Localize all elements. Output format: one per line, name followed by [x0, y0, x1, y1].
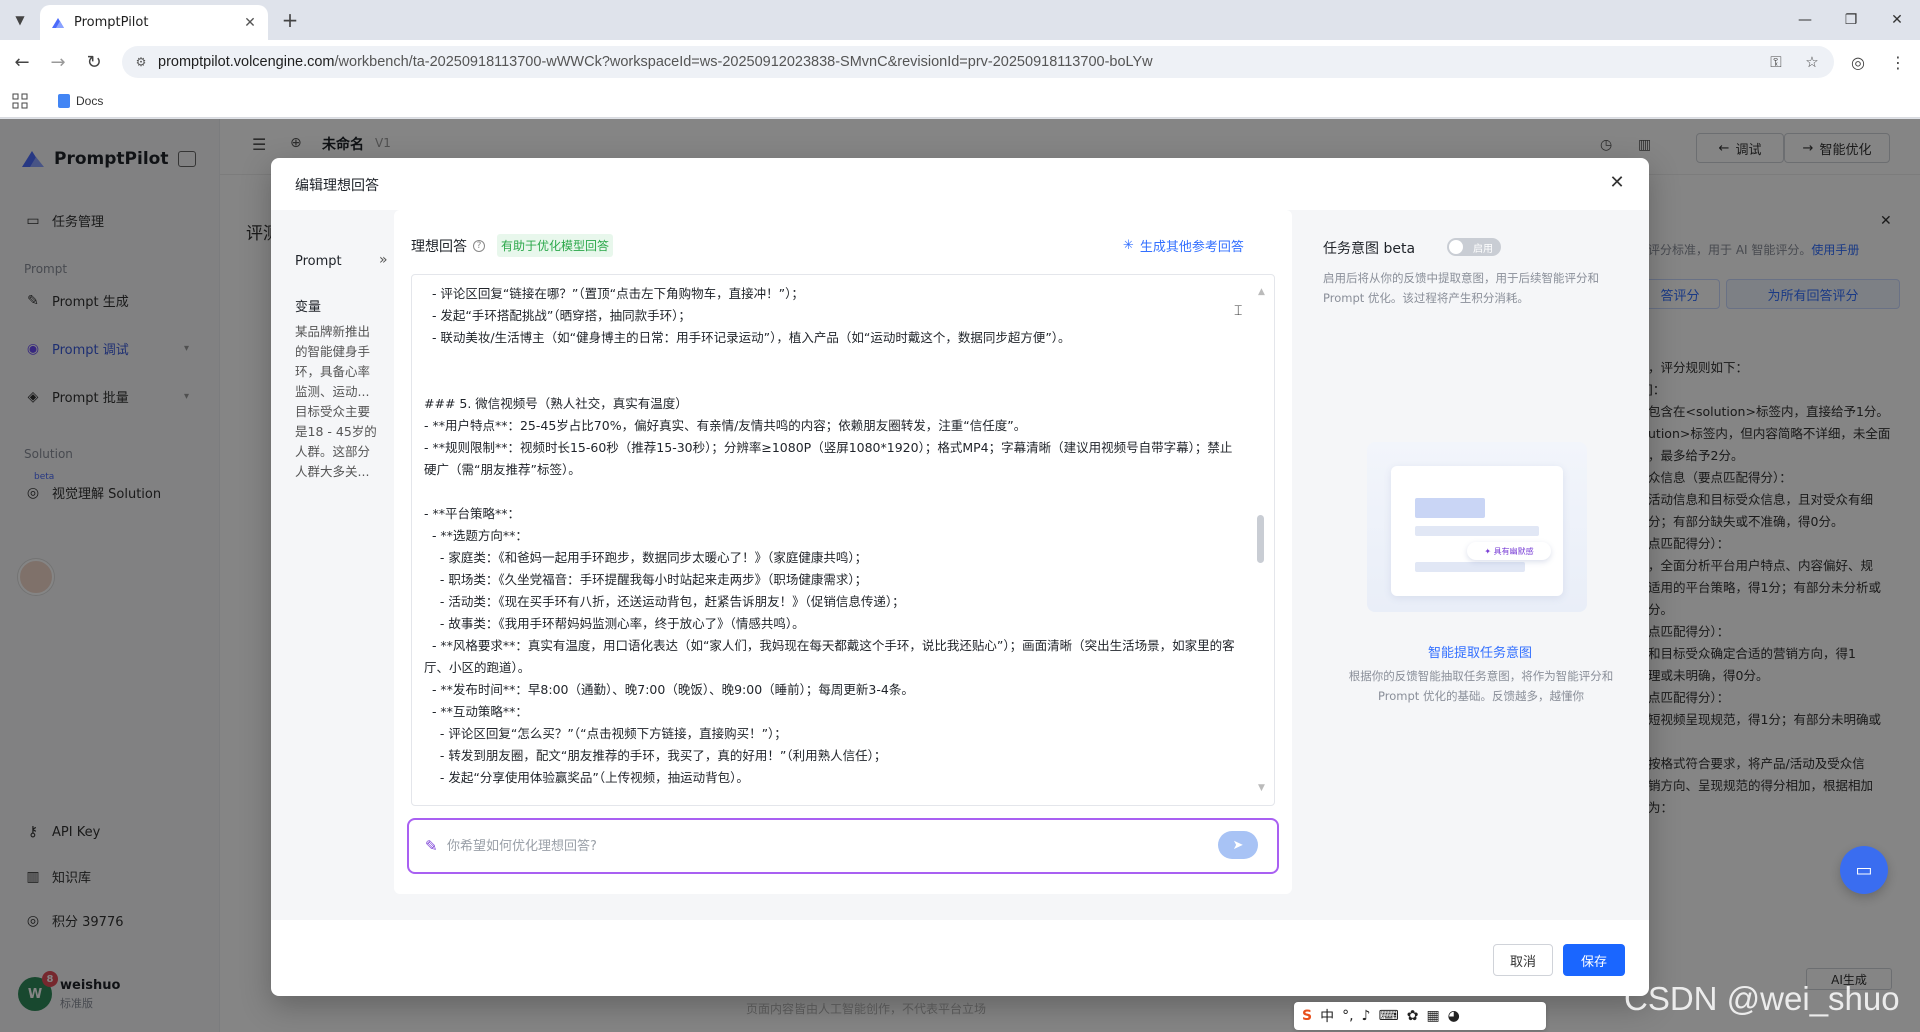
- address-bar[interactable]: ⚙ promptpilot.volcengine.com/workbench/t…: [122, 46, 1834, 78]
- answer-line: - 故事类：《我用手环帮妈妈监测心率，终于放心了》（情感共鸣）。: [424, 616, 805, 631]
- csdn-watermark: CSDN @wei_shuo: [1624, 980, 1900, 1017]
- helpful-tag: 有助于优化模型回答: [497, 234, 614, 257]
- ideal-answer-textarea[interactable]: - 评论区回复“链接在哪？”（置顶“点击左下角购物车，直接冲！”）； - 发起“…: [411, 274, 1275, 806]
- close-icon[interactable]: ✕: [1607, 172, 1627, 193]
- answer-line: - 转发到朋友圈，配文“朋友推荐的手环，我买了，真的好用！”（利用熟人信任）；: [424, 748, 887, 763]
- menu-dots-icon[interactable]: ⋮: [1884, 48, 1912, 76]
- browser-tabbar: ▼ PromptPilot ✕ + — ❐ ✕: [0, 0, 1920, 40]
- cancel-button[interactable]: 取消: [1493, 944, 1553, 976]
- scroll-up-arrow-icon[interactable]: ▲: [1258, 287, 1265, 297]
- ideal-answer-header: 理想回答 ? 有助于优化模型回答: [411, 234, 614, 257]
- apps-grid-icon[interactable]: [12, 93, 28, 109]
- bookmark-docs[interactable]: Docs: [58, 91, 103, 111]
- reload-icon[interactable]: ↻: [80, 48, 108, 76]
- extract-intent-link[interactable]: 智能提取任务意图: [1311, 642, 1649, 661]
- variable-value-1[interactable]: 某品牌新推出的智能健身手环，具备心率监测、运动...: [295, 322, 379, 402]
- minimize-icon[interactable]: —: [1782, 0, 1828, 40]
- edit-ideal-answer-modal: 编辑理想回答 ✕ Prompt » 变量 某品牌新推出的智能健身手环，具备心率监…: [271, 158, 1649, 996]
- sparkle-icon: ✳: [1123, 238, 1134, 253]
- mascot-icon[interactable]: ◕: [1448, 1008, 1460, 1024]
- mouse-cursor-icon: ⌶: [1234, 303, 1243, 319]
- ideal-answer-text[interactable]: - 评论区回复“链接在哪？”（置顶“点击左下角购物车，直接冲！”）； - 发起“…: [424, 283, 1244, 789]
- task-intent-panel: 任务意图 beta 启用 启用后将从你的反馈中提取意图，用于后续智能评分和 Pr…: [1311, 210, 1649, 920]
- chat-support-button[interactable]: ▭: [1840, 846, 1888, 894]
- answer-line: - 活动类：《现在买手环有八折，还送运动背包，赶紧告诉朋友！》（促销信息传递）；: [424, 594, 905, 609]
- answer-line: - 评论区回复“链接在哪？”（置顶“点击左下角购物车，直接冲！”）；: [424, 286, 804, 301]
- promptpilot-favicon: [52, 17, 64, 28]
- extract-intent-description: 根据你的反馈智能抽取任务意图，将作为智能评分和 Prompt 优化的基础。反馈越…: [1348, 669, 1614, 703]
- profile-icon[interactable]: ◎: [1844, 48, 1872, 76]
- forward-icon[interactable]: →: [44, 48, 72, 76]
- variable-value-2[interactable]: 目标受众主要是18 - 45岁的人群。这部分人群大多关...: [295, 402, 379, 482]
- modal-title: 编辑理想回答: [295, 178, 379, 194]
- answer-line: - **风格要求**：真实有温度，用口语化表达（如“家人们，我妈现在每天都戴这个…: [424, 638, 1235, 675]
- answer-line: [424, 371, 1244, 393]
- punctuation-icon[interactable]: °,: [1342, 1008, 1353, 1024]
- chevron-down-icon: ▼: [15, 13, 25, 27]
- variable-label: 变量: [295, 300, 322, 315]
- magic-wand-icon: ✎: [425, 837, 438, 855]
- task-intent-title: 任务意图 beta: [1323, 241, 1416, 257]
- docs-icon: [58, 94, 70, 108]
- skin-icon[interactable]: ✿: [1407, 1008, 1419, 1024]
- restore-icon[interactable]: ❐: [1828, 0, 1874, 40]
- tab-close-icon[interactable]: ✕: [242, 15, 258, 31]
- browser-tab[interactable]: PromptPilot ✕: [40, 5, 268, 40]
- modal-body: Prompt » 变量 某品牌新推出的智能健身手环，具备心率监测、运动... 目…: [271, 210, 1649, 920]
- expand-chevrons-icon[interactable]: »: [379, 252, 388, 268]
- scroll-down-arrow-icon[interactable]: ▼: [1258, 783, 1265, 793]
- optimize-answer-input[interactable]: [447, 834, 1207, 858]
- send-button[interactable]: ➤: [1218, 831, 1258, 859]
- save-button[interactable]: 保存: [1563, 944, 1625, 976]
- modal-footer: 取消 保存: [271, 920, 1649, 996]
- answer-line: - 发起“分享使用体验赢奖品”（上传视频，抽运动背包）。: [424, 770, 749, 785]
- answer-line: - **发布时间**：早8:00（通勤）、晚7:00（晚饭）、晚9:00（睡前）…: [424, 682, 914, 697]
- toolbox-icon[interactable]: ▦: [1426, 1008, 1439, 1024]
- help-icon[interactable]: ?: [473, 239, 485, 252]
- variable-column: Prompt » 变量 某品牌新推出的智能健身手环，具备心率监测、运动... 目…: [295, 210, 391, 920]
- answer-line: [424, 481, 1244, 503]
- intent-enable-toggle[interactable]: 启用: [1447, 238, 1501, 256]
- ideal-answer-card: 理想回答 ? 有助于优化模型回答 ✳ 生成其他参考回答 - 评论区回复“链接在哪…: [394, 210, 1292, 894]
- chat-icon: ▭: [1855, 859, 1873, 881]
- answer-line: ### 5. 微信视频号（熟人社交，真实有温度）: [424, 396, 688, 411]
- intent-illustration: ✦ 具有幽默感: [1367, 442, 1587, 612]
- ime-toolbar[interactable]: S 中 °, ♪ ⌨ ✿ ▦ ◕: [1294, 1002, 1546, 1030]
- answer-line: - **平台策略**：: [424, 506, 520, 521]
- browser-toolbar: ← → ↻ ⚙ promptpilot.volcengine.com/workb…: [0, 40, 1920, 84]
- ime-language[interactable]: 中: [1320, 1006, 1334, 1026]
- toggle-knob: [1449, 240, 1463, 254]
- prompt-label: Prompt: [295, 254, 342, 269]
- answer-line: - 职场类：《久坐党福音：手环提醒我每小时站起来走两步》（职场健康需求）；: [424, 572, 868, 587]
- bookmarks-bar: Docs: [0, 84, 1920, 118]
- answer-line: - 家庭类：《和爸妈一起用手环跑步，数据同步太暖心了！》（家庭健康共鸣）；: [424, 550, 868, 565]
- ai-disclaimer: 页面内容皆由人工智能创作，不代表平台立场: [746, 1002, 987, 1016]
- site-info-icon[interactable]: ⚙: [132, 53, 150, 71]
- generate-reference-link[interactable]: ✳ 生成其他参考回答: [1123, 236, 1244, 255]
- answer-line: - 评论区回复“怎么买？”（“点击视频下方链接，直接购买！”）；: [424, 726, 787, 741]
- illustration-pill: ✦ 具有幽默感: [1467, 542, 1551, 560]
- answer-line: - **选题方向**：: [424, 528, 528, 543]
- task-intent-description: 启用后将从你的反馈中提取意图，用于后续智能评分和 Prompt 优化。该过程将产…: [1323, 271, 1599, 305]
- answer-line: - **用户特点**：25-45岁占比70%，偏好真实、有亲情/友情共鸣的内容；…: [424, 418, 1027, 433]
- ideal-answer-title: 理想回答: [411, 238, 467, 255]
- tab-list-button[interactable]: ▼: [8, 8, 32, 32]
- sogou-icon: S: [1302, 1008, 1313, 1024]
- url-text: promptpilot.volcengine.com/workbench/ta-…: [158, 54, 1153, 70]
- tab-title: PromptPilot: [74, 15, 149, 30]
- microphone-icon[interactable]: ♪: [1362, 1008, 1371, 1024]
- answer-line: - **互动策略**：: [424, 704, 528, 719]
- optimize-answer-input-box[interactable]: ✎ ➤: [407, 818, 1279, 874]
- answer-line: - 联动美妆/生活博主（如“健身博主的日常：用手环记录运动”），植入产品（如“运…: [424, 330, 1071, 345]
- window-close-icon[interactable]: ✕: [1874, 0, 1920, 40]
- back-icon[interactable]: ←: [8, 48, 36, 76]
- answer-line: - **规则限制**：视频时长15-60秒（推荐15-30秒）；分辨率≥1080…: [424, 440, 1233, 477]
- answer-line: - 发起“手环搭配挑战”（晒穿搭，抽同款手环）；: [424, 308, 691, 323]
- keyboard-icon[interactable]: ⌨: [1378, 1008, 1398, 1024]
- answer-line: [424, 349, 1244, 371]
- password-key-icon[interactable]: ⚿: [1762, 46, 1790, 78]
- scrollbar-thumb[interactable]: [1257, 515, 1264, 563]
- bookmark-star-icon[interactable]: ☆: [1798, 46, 1826, 78]
- new-tab-button[interactable]: +: [278, 8, 302, 32]
